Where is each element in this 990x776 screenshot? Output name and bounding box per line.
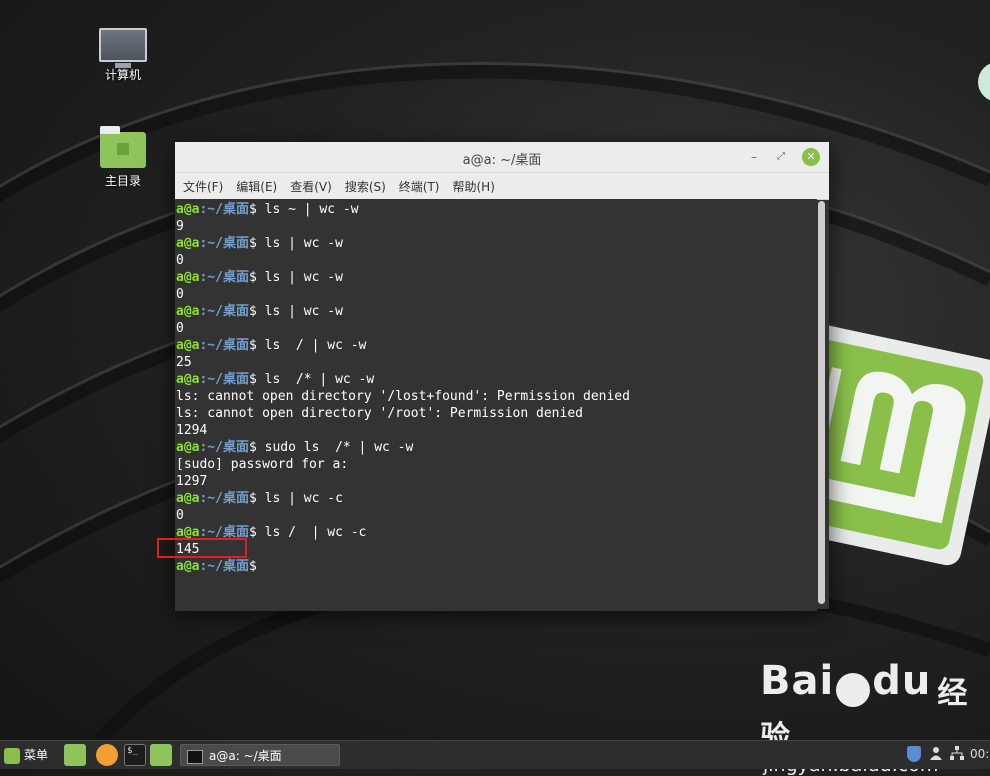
menu-terminal[interactable]: 终端(T) xyxy=(399,178,440,195)
prompt-user: a@a xyxy=(176,440,200,455)
prompt-path: :~/桌面 xyxy=(199,304,249,319)
close-button[interactable]: ✕ xyxy=(802,148,820,166)
prompt-path: :~/桌面 xyxy=(199,202,249,217)
home-folder-icon xyxy=(100,126,146,168)
terminal-launcher-icon[interactable]: $_ xyxy=(124,744,146,766)
taskbar: 菜单 $_ a@a: ~/桌面 00: xyxy=(0,740,990,769)
command-text: ls | wc -w xyxy=(256,236,343,251)
prompt-path: :~/桌面 xyxy=(199,440,249,455)
update-shield-icon[interactable] xyxy=(907,746,921,762)
prompt-symbol: $ xyxy=(248,440,257,455)
minimize-button[interactable]: – xyxy=(745,148,763,166)
terminal-small-icon xyxy=(187,749,203,764)
window-title: a@a: ~/桌面 xyxy=(462,153,542,168)
baidu-paw-icon xyxy=(836,672,871,707)
terminal-command-line: a@a:~/桌面$ sudo ls /* | wc -w xyxy=(175,439,817,456)
menu-search[interactable]: 搜索(S) xyxy=(345,178,386,195)
terminal-command-line: a@a:~/桌面$ ls / | wc -c xyxy=(175,524,817,541)
desktop-icon-home[interactable]: 主目录 xyxy=(78,126,168,189)
prompt-symbol: $ xyxy=(248,559,257,574)
prompt-path: :~/桌面 xyxy=(199,559,249,574)
terminal-scrollbar[interactable] xyxy=(818,201,825,604)
prompt-user: a@a xyxy=(176,202,200,217)
prompt-path: :~/桌面 xyxy=(199,372,249,387)
prompt-user: a@a xyxy=(176,236,200,251)
terminal-output-line: ls: cannot open directory '/root': Permi… xyxy=(176,406,583,421)
terminal-command-line: a@a:~/桌面$ ls /* | wc -w xyxy=(175,371,817,388)
start-menu-label: 菜单 xyxy=(24,748,49,762)
prompt-symbol: $ xyxy=(248,270,257,285)
prompt-symbol: $ xyxy=(248,202,257,217)
prompt-user: a@a xyxy=(176,491,200,506)
computer-icon xyxy=(99,28,147,68)
terminal-output-line: 9 xyxy=(176,219,184,234)
terminal-output-line: ls: cannot open directory '/lost+found':… xyxy=(176,389,630,404)
command-text: ls / | wc -c xyxy=(256,525,367,540)
terminal-command-line: a@a:~/桌面$ ls / | wc -w xyxy=(175,337,817,354)
mint-menu-icon xyxy=(4,747,20,764)
command-text: ls ~ | wc -w xyxy=(256,202,359,217)
command-text: sudo ls /* | wc -w xyxy=(256,440,414,455)
terminal-output-line: 0 xyxy=(176,253,184,268)
terminal-command-line: a@a:~/桌面$ ls ~ | wc -w xyxy=(175,201,817,218)
prompt-path: :~/桌面 xyxy=(199,338,249,353)
firefox-icon[interactable] xyxy=(96,744,118,766)
prompt-user: a@a xyxy=(176,338,200,353)
prompt-user: a@a xyxy=(176,372,200,387)
terminal-output-line: 0 xyxy=(176,508,184,523)
start-menu-button[interactable]: 菜单 xyxy=(4,744,62,766)
terminal-command-line: a@a:~/桌面$ xyxy=(175,558,817,575)
prompt-symbol: $ xyxy=(248,304,257,319)
terminal-output-line: [sudo] password for a: xyxy=(176,457,349,472)
prompt-symbol: $ xyxy=(248,491,257,506)
terminal-command-line: a@a:~/桌面$ ls | wc -w xyxy=(175,269,817,286)
command-text: ls | wc -w xyxy=(256,270,343,285)
desktop-icon-computer[interactable]: 计算机 xyxy=(78,28,168,83)
terminal-window[interactable]: a@a: ~/桌面 – ⤢ ✕ 文件(F) 编辑(E) 查看(V) 搜索(S) … xyxy=(175,142,829,611)
terminal-output-line: 1294 xyxy=(176,423,208,438)
prompt-user: a@a xyxy=(176,304,200,319)
watermark-brand-right: du xyxy=(872,658,932,704)
command-text: ls /* | wc -w xyxy=(256,372,375,387)
prompt-path: :~/桌面 xyxy=(199,491,249,506)
prompt-symbol: $ xyxy=(248,236,257,251)
maximize-button[interactable]: ⤢ xyxy=(772,148,790,166)
watermark-brand-left: Bai xyxy=(760,658,835,704)
terminal-command-line: a@a:~/桌面$ ls | wc -w xyxy=(175,303,817,320)
terminal-output-line: 145 xyxy=(176,542,200,557)
terminal-output-line: 25 xyxy=(176,355,192,370)
prompt-symbol: $ xyxy=(248,372,257,387)
prompt-path: :~/桌面 xyxy=(199,270,249,285)
taskbar-window-terminal[interactable]: a@a: ~/桌面 xyxy=(180,744,340,766)
prompt-symbol: $ xyxy=(248,525,257,540)
window-titlebar[interactable]: a@a: ~/桌面 – ⤢ ✕ xyxy=(175,142,829,173)
command-text: ls / | wc -w xyxy=(256,338,367,353)
user-icon[interactable] xyxy=(930,746,942,760)
clock[interactable]: 00: xyxy=(970,747,989,761)
network-icon[interactable] xyxy=(950,746,964,760)
menu-view[interactable]: 查看(V) xyxy=(290,178,332,195)
command-text: ls | wc -w xyxy=(256,304,343,319)
menu-help[interactable]: 帮助(H) xyxy=(453,178,495,195)
taskbar-window-label: a@a: ~/桌面 xyxy=(209,749,282,763)
command-text: ls | wc -c xyxy=(256,491,343,506)
files-icon[interactable] xyxy=(150,744,172,766)
terminal-output-line: 1297 xyxy=(176,474,208,489)
terminal-output[interactable]: a@a:~/桌面$ ls ~ | wc -w 9 a@a:~/桌面$ ls | wc… xyxy=(175,199,817,611)
terminal-output-line: 0 xyxy=(176,287,184,302)
menu-file[interactable]: 文件(F) xyxy=(183,178,223,195)
menu-bar: 文件(F) 编辑(E) 查看(V) 搜索(S) 终端(T) 帮助(H) xyxy=(175,173,829,200)
terminal-command-line: a@a:~/桌面$ ls | wc -c xyxy=(175,490,817,507)
prompt-user: a@a xyxy=(176,559,200,574)
desktop-icon-label: 计算机 xyxy=(104,68,141,82)
show-desktop-icon[interactable] xyxy=(64,744,86,766)
prompt-path: :~/桌面 xyxy=(199,236,249,251)
desktop-icon-label: 主目录 xyxy=(104,174,141,188)
menu-edit[interactable]: 编辑(E) xyxy=(236,178,277,195)
terminal-output-line: 0 xyxy=(176,321,184,336)
prompt-user: a@a xyxy=(176,270,200,285)
terminal-command-line: a@a:~/桌面$ ls | wc -w xyxy=(175,235,817,252)
annotation-highlight-box xyxy=(157,538,247,558)
prompt-symbol: $ xyxy=(248,338,257,353)
